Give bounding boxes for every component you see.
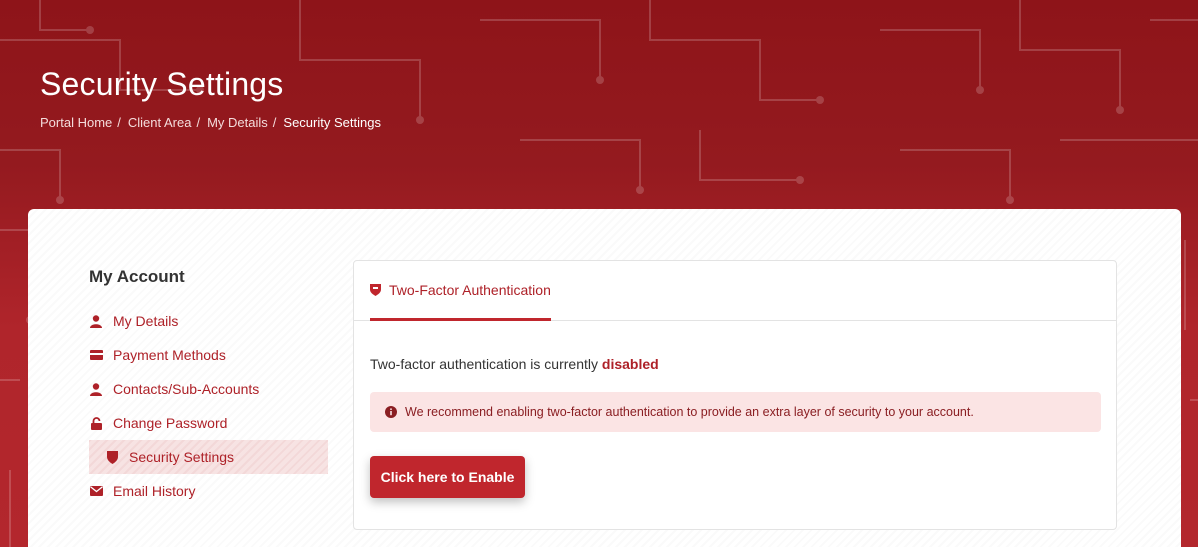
alert-text: We recommend enabling two-factor authent… xyxy=(405,405,974,419)
sidebar-item-label: Email History xyxy=(113,483,196,499)
two-factor-panel: Two-Factor Authentication Two-factor aut… xyxy=(353,260,1117,530)
sidebar-item-label: My Details xyxy=(113,313,179,329)
breadcrumb-portal-home[interactable]: Portal Home xyxy=(40,115,112,130)
sidebar-item-label: Security Settings xyxy=(129,449,235,465)
two-factor-status: Two-factor authentication is currently d… xyxy=(370,356,659,372)
tab-label: Two-Factor Authentication xyxy=(389,281,551,298)
sidebar-item-label: Change Password xyxy=(113,415,228,431)
info-icon xyxy=(385,406,397,418)
user-icon xyxy=(89,314,103,328)
breadcrumb-current: Security Settings xyxy=(283,115,381,130)
breadcrumb-separator: / xyxy=(117,115,121,130)
status-prefix: Two-factor authentication is currently xyxy=(370,356,598,372)
sidebar-item-change-password[interactable]: Change Password xyxy=(89,406,329,440)
sidebar-title: My Account xyxy=(89,267,185,286)
enable-two-factor-button[interactable]: Click here to Enable xyxy=(370,456,525,498)
account-sidebar: My Account My Details Payment Methods Co… xyxy=(89,267,329,508)
tab-two-factor-authentication[interactable]: Two-Factor Authentication xyxy=(370,261,551,321)
sidebar-item-security-settings[interactable]: Security Settings xyxy=(89,440,328,474)
breadcrumb: Portal Home / Client Area / My Details /… xyxy=(40,115,381,130)
page-title: Security Settings xyxy=(40,66,284,102)
recommendation-alert: We recommend enabling two-factor authent… xyxy=(370,392,1101,432)
envelope-icon xyxy=(89,484,103,498)
status-value: disabled xyxy=(601,356,659,372)
breadcrumb-client-area[interactable]: Client Area xyxy=(128,115,192,130)
user-icon xyxy=(89,382,103,396)
sidebar-item-payment-methods[interactable]: Payment Methods xyxy=(89,338,329,372)
sidebar-item-label: Payment Methods xyxy=(113,347,226,363)
content-card: My Account My Details Payment Methods Co… xyxy=(28,209,1181,547)
sidebar-item-label: Contacts/Sub-Accounts xyxy=(113,381,260,397)
sidebar-item-contacts[interactable]: Contacts/Sub-Accounts xyxy=(89,372,329,406)
lock-icon xyxy=(89,416,103,430)
breadcrumb-separator: / xyxy=(272,115,277,130)
breadcrumb-my-details[interactable]: My Details xyxy=(207,115,268,130)
breadcrumb-separator: / xyxy=(196,115,201,130)
sidebar-item-email-history[interactable]: Email History xyxy=(89,474,329,508)
tab-bar: Two-Factor Authentication xyxy=(354,261,1116,321)
credit-card-icon xyxy=(89,348,103,362)
sidebar-item-my-details[interactable]: My Details xyxy=(89,304,329,338)
shield-icon xyxy=(370,283,381,296)
shield-icon xyxy=(105,450,119,464)
